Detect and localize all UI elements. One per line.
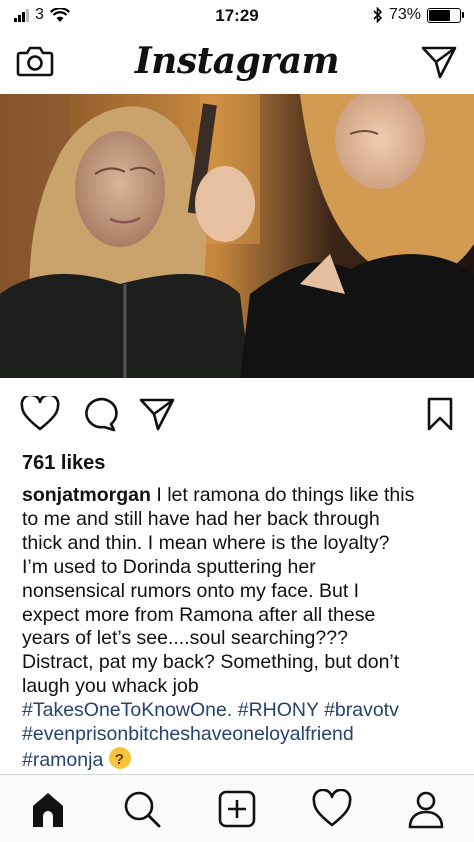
activity-heart-icon[interactable] (312, 789, 352, 829)
hashtag-link[interactable]: #ramonja (22, 749, 103, 771)
bookmark-icon[interactable] (426, 396, 454, 432)
post-actions (0, 388, 474, 440)
add-post-icon[interactable] (217, 789, 257, 829)
heart-icon[interactable] (20, 396, 60, 432)
nav-bar: Instagram (0, 34, 474, 94)
post-image[interactable] (0, 94, 474, 378)
caption-line: I’m used to Dorinda sputtering her (22, 555, 316, 578)
instagram-logo: Instagram (134, 40, 340, 82)
hashtag-link[interactable]: #bravotv (324, 699, 399, 721)
status-right: 73% (373, 6, 464, 24)
comment-icon[interactable] (80, 396, 118, 432)
likes-count[interactable]: 761 likes (22, 452, 105, 475)
post-photo (0, 94, 474, 378)
caption-line: thick and thin. I mean where is the loya… (22, 531, 390, 554)
bottom-tab-bar (0, 774, 474, 842)
hashtag-link[interactable]: #RHONY (238, 699, 319, 721)
caption-line: years of let’s see....soul searching??? (22, 627, 348, 650)
caption-line: Distract, pat my back? Something, but do… (22, 651, 400, 674)
caption-line: to me and still have had her back throug… (22, 507, 380, 530)
post-caption: sonjatmorgan I let ramona do things like… (22, 484, 460, 773)
hashtag-link[interactable]: #evenprisonbitcheshaveoneloyalfriend (22, 723, 354, 745)
caption-line: I let ramona do things like this (150, 484, 415, 506)
caption-line: nonsensical rumors onto my face. But I (22, 579, 360, 602)
battery-cap (462, 12, 464, 18)
battery-level (429, 9, 450, 21)
status-bar: 3 17:29 73% (0, 0, 474, 34)
hashtag-link[interactable]: #TakesOneToKnowOne. (22, 699, 232, 721)
caption-line: expect more from Ramona after all these (22, 603, 376, 626)
home-icon[interactable] (28, 789, 68, 829)
caption-line: laugh you whack job (22, 675, 199, 698)
search-icon[interactable] (122, 789, 162, 829)
bluetooth-icon (373, 7, 383, 23)
battery-percent: 73% (388, 6, 421, 23)
profile-icon[interactable] (406, 789, 446, 829)
paper-plane-icon[interactable] (420, 44, 458, 80)
share-paper-plane-icon[interactable] (138, 396, 176, 432)
battery-icon (427, 7, 461, 23)
thinking-face-icon (108, 746, 131, 772)
caption-username[interactable]: sonjatmorgan (22, 484, 151, 506)
